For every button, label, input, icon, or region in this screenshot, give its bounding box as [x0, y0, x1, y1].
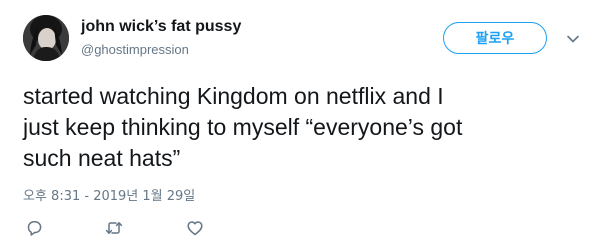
- tweet-card: john wick’s fat pussy @ghostimpression 팔…: [0, 0, 599, 248]
- tweet-text: started watching Kingdom on netflix and …: [23, 83, 463, 171]
- retweet-icon[interactable]: [104, 218, 124, 238]
- tweet-actions: [0, 218, 599, 242]
- avatar-photo-icon: [23, 15, 69, 61]
- chevron-down-icon[interactable]: [566, 32, 580, 46]
- tweet-timestamp[interactable]: 오후 8:31 - 2019년 1월 29일: [23, 185, 195, 204]
- author-display-name[interactable]: john wick’s fat pussy: [81, 18, 241, 36]
- follow-button[interactable]: 팔로우: [443, 22, 547, 54]
- like-icon[interactable]: [185, 218, 205, 238]
- avatar[interactable]: [23, 15, 69, 61]
- reply-icon[interactable]: [24, 218, 44, 238]
- author-handle[interactable]: @ghostimpression: [81, 42, 189, 57]
